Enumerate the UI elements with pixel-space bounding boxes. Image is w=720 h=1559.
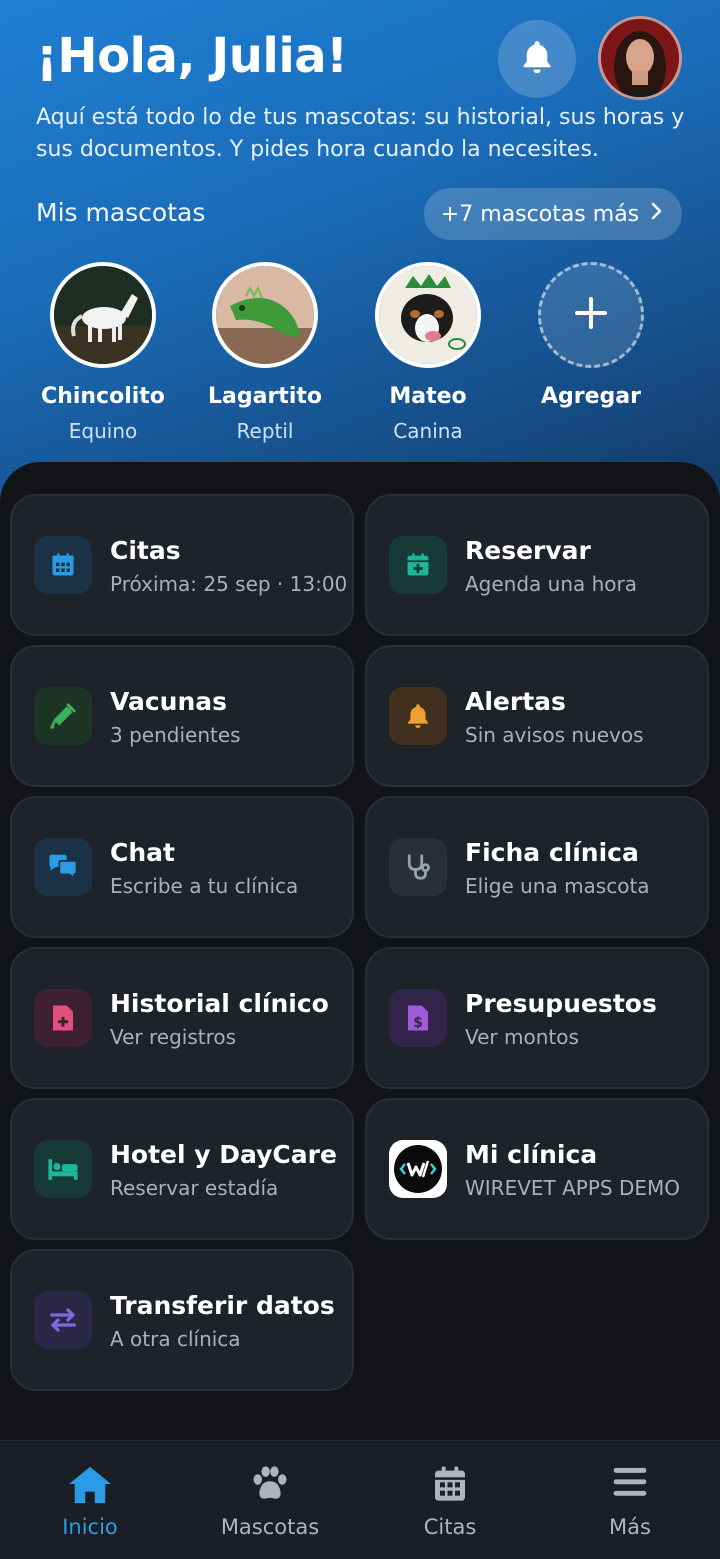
card-title: Transferir datos <box>110 1291 335 1320</box>
pet-photo-horse <box>50 262 156 368</box>
dashboard-panel: Citas Próxima: 25 sep · 13:00 Reservar A… <box>0 462 720 1462</box>
chevron-right-icon <box>649 201 665 227</box>
nav-label: Citas <box>423 1515 477 1539</box>
stethoscope-icon <box>389 838 447 896</box>
pet-item[interactable]: Lagartito Reptil <box>185 262 345 443</box>
card-hotel-daycare[interactable]: Hotel y DayCare Reservar estadía <box>10 1098 354 1240</box>
card-subtitle: Elige una mascota <box>465 874 650 898</box>
calendar-icon <box>34 536 92 594</box>
card-transferir-datos[interactable]: Transferir datos A otra clínica <box>10 1249 354 1391</box>
pets-section-label: Mis mascotas <box>36 198 206 227</box>
pet-type: Reptil <box>236 419 294 443</box>
nav-label: Mascotas <box>220 1515 320 1539</box>
card-subtitle: WIREVET APPS DEMO <box>465 1176 680 1200</box>
syringe-icon <box>34 687 92 745</box>
nav-mas[interactable]: Más <box>540 1441 720 1559</box>
more-pets-button[interactable]: +7 mascotas más <box>424 188 682 240</box>
header-subtitle: Aquí está todo lo de tus mascotas: su hi… <box>36 105 685 162</box>
card-subtitle: A otra clínica <box>110 1327 241 1351</box>
pet-photo-dog <box>375 262 481 368</box>
nav-citas[interactable]: Citas <box>360 1441 540 1559</box>
card-mi-clinica[interactable]: Mi clínica WIREVET APPS DEMO <box>365 1098 709 1240</box>
card-chat[interactable]: Chat Escribe a tu clínica <box>10 796 354 938</box>
card-subtitle: Sin avisos nuevos <box>465 723 644 747</box>
bell-icon <box>389 687 447 745</box>
nav-mascotas[interactable]: Mascotas <box>180 1441 360 1559</box>
card-title: Alertas <box>465 687 566 716</box>
pet-type: Canina <box>393 419 463 443</box>
card-subtitle: Agenda una hora <box>465 572 638 596</box>
card-subtitle: Ver registros <box>110 1025 237 1049</box>
pet-name: Chincolito <box>41 384 165 409</box>
nav-inicio[interactable]: Inicio <box>0 1441 180 1559</box>
pet-type: Equino <box>68 419 138 443</box>
svg-text:$: $ <box>413 1015 423 1031</box>
transfer-icon <box>34 1291 92 1349</box>
pet-item[interactable]: Mateo Canina <box>348 262 508 443</box>
header-hero: ¡Hola, Julia! Aquí está todo lo de tus m… <box>0 0 720 520</box>
bottom-navigation: Inicio Mascotas Citas Más <box>0 1440 720 1559</box>
bed-icon <box>34 1140 92 1198</box>
calendar-plus-icon <box>389 536 447 594</box>
add-pet-button[interactable]: Agregar <box>511 262 671 409</box>
card-title: Reservar <box>465 536 591 565</box>
home-icon <box>67 1463 113 1509</box>
card-citas[interactable]: Citas Próxima: 25 sep · 13:00 <box>10 494 354 636</box>
add-pet-circle <box>538 262 644 368</box>
notifications-button[interactable] <box>498 20 576 98</box>
pet-name: Mateo <box>389 384 467 409</box>
medical-file-icon <box>34 989 92 1047</box>
add-pet-label: Agregar <box>541 384 641 409</box>
greeting-title: ¡Hola, Julia! <box>36 28 348 84</box>
card-subtitle: Próxima: 25 sep · 13:00 <box>110 572 348 596</box>
chat-icon <box>34 838 92 896</box>
card-title: Vacunas <box>110 687 228 716</box>
clinic-logo-icon <box>389 1140 447 1198</box>
card-subtitle: Reservar estadía <box>110 1176 279 1200</box>
card-presupuestos[interactable]: $ Presupuestos Ver montos <box>365 947 709 1089</box>
menu-icon <box>610 1463 650 1503</box>
card-title: Presupuestos <box>465 989 657 1018</box>
calendar-icon <box>430 1463 470 1509</box>
paw-icon <box>249 1463 291 1507</box>
pet-name: Lagartito <box>208 384 322 409</box>
plus-icon <box>573 295 609 335</box>
card-title: Hotel y DayCare <box>110 1140 337 1169</box>
card-title: Historial clínico <box>110 989 329 1018</box>
nav-label: Inicio <box>62 1515 118 1539</box>
card-title: Ficha clínica <box>465 838 639 867</box>
card-title: Chat <box>110 838 175 867</box>
card-title: Mi clínica <box>465 1140 598 1169</box>
card-subtitle: 3 pendientes <box>110 723 241 747</box>
pet-photo-iguana <box>212 262 318 368</box>
card-title: Citas <box>110 536 181 565</box>
more-pets-label: +7 mascotas más <box>440 201 640 227</box>
nav-label: Más <box>609 1515 651 1539</box>
bell-icon <box>518 38 556 80</box>
card-subtitle: Escribe a tu clínica <box>110 874 299 898</box>
card-subtitle: Ver montos <box>465 1025 579 1049</box>
invoice-icon: $ <box>389 989 447 1047</box>
card-reservar[interactable]: Reservar Agenda una hora <box>365 494 709 636</box>
pet-item[interactable]: Chincolito Equino <box>23 262 183 443</box>
user-avatar[interactable] <box>598 16 682 100</box>
card-ficha-clinica[interactable]: Ficha clínica Elige una mascota <box>365 796 709 938</box>
card-vacunas[interactable]: Vacunas 3 pendientes <box>10 645 354 787</box>
card-alertas[interactable]: Alertas Sin avisos nuevos <box>365 645 709 787</box>
card-historial-clinico[interactable]: Historial clínico Ver registros <box>10 947 354 1089</box>
